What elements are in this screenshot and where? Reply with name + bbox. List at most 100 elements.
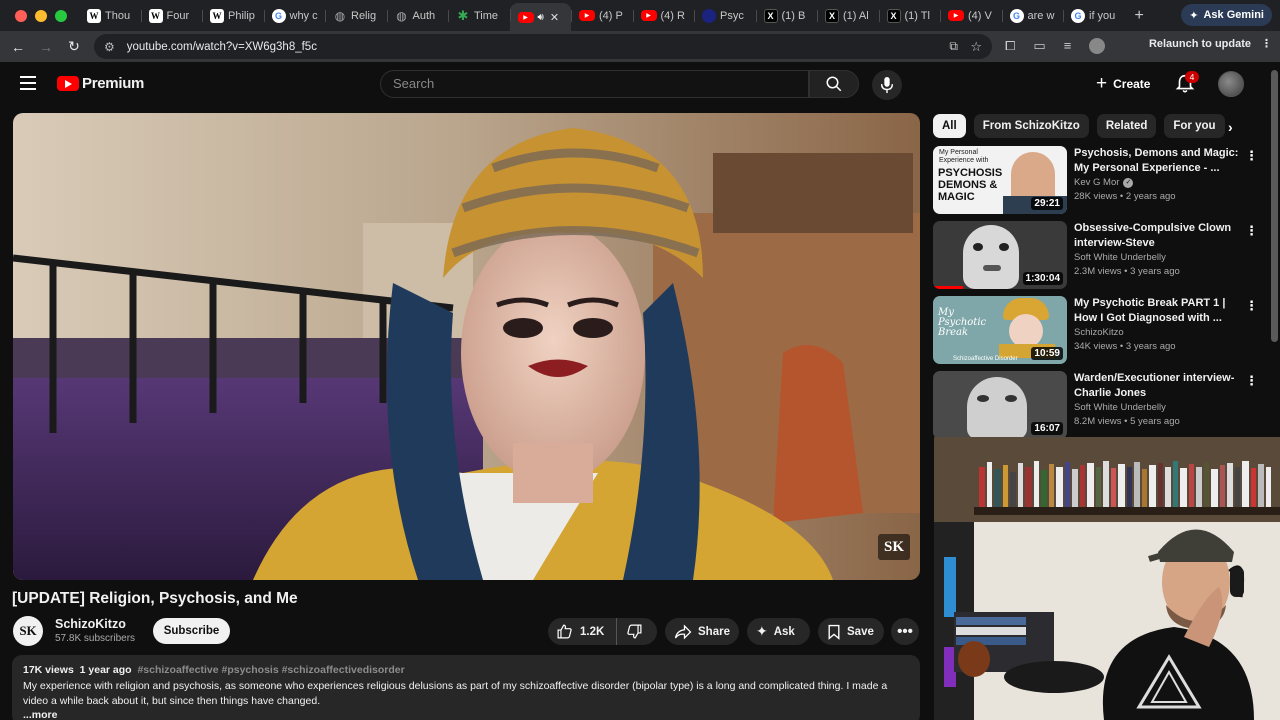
video-thumbnail[interactable]: My Personal Experience with PSYCHOSIS DE… — [933, 146, 1067, 214]
youtube-icon: ▶ — [948, 10, 964, 21]
subscribe-button[interactable]: Subscribe — [153, 618, 230, 644]
video-thumbnail[interactable]: 1:30:04 — [933, 221, 1067, 289]
maximize-window-button[interactable] — [55, 9, 67, 22]
browser-tab[interactable]: ◍ Relig — [325, 4, 387, 28]
ask-gemini-button[interactable]: ✦ Ask Gemini — [1181, 4, 1272, 26]
search-button[interactable] — [809, 70, 859, 98]
recommendation-channel[interactable]: Soft White Underbelly — [1074, 252, 1166, 263]
recommendation-item[interactable]: My Psychotic Break Schizoaffective Disor… — [933, 296, 1258, 364]
profile-icon[interactable] — [1089, 38, 1106, 54]
split-view-icon[interactable]: ▭ — [1033, 38, 1045, 54]
forward-arrow-icon[interactable]: → — [32, 39, 60, 55]
channel-avatar[interactable]: SK — [13, 616, 43, 646]
recommendation-item[interactable]: My Personal Experience with PSYCHOSIS DE… — [933, 146, 1258, 214]
more-vertical-icon[interactable]: ⋮ — [1245, 374, 1258, 387]
browser-tab-active[interactable]: ▶ 🔊︎ ✕ — [509, 3, 571, 31]
browser-tab[interactable]: X (1) B — [755, 4, 818, 28]
view-count: 17K views — [23, 664, 74, 676]
browser-tab[interactable]: X (1) Tl — [878, 4, 941, 28]
ask-button[interactable]: ✦ Ask — [747, 618, 810, 645]
browser-tab[interactable]: ✱ Time — [448, 4, 510, 28]
chip-from-channel[interactable]: From SchizoKitzo — [973, 114, 1089, 138]
minimize-window-button[interactable] — [35, 9, 47, 22]
youtube-icon: ▶ — [579, 10, 595, 21]
chip-all[interactable]: All — [933, 114, 966, 138]
video-frame — [13, 113, 920, 580]
close-window-button[interactable] — [15, 9, 27, 22]
chip-related[interactable]: Related — [1096, 114, 1157, 138]
description-box[interactable]: 17K views 1 year ago #schizoaffective #p… — [12, 655, 920, 720]
channel-watermark[interactable]: SK — [878, 534, 910, 560]
hashtags[interactable]: #schizoaffective #psychosis #schizoaffec… — [137, 664, 404, 676]
thumbnail-headline: My Psychotic Break — [938, 307, 987, 338]
voice-search-button[interactable] — [872, 70, 902, 100]
page-scrollbar[interactable] — [1269, 62, 1280, 440]
site-settings-icon[interactable]: ⚙︎ — [104, 40, 115, 54]
browser-tab[interactable]: Gare w — [1001, 4, 1064, 28]
address-bar[interactable]: ⚙︎ youtube.com/watch?v=XW6g3h8_f5c ⧉ ☆ — [94, 34, 992, 59]
browser-tab[interactable]: ▶ (4) V — [940, 4, 1002, 28]
chip-for-you[interactable]: For you — [1164, 114, 1225, 138]
globe-icon: ◍ — [334, 8, 346, 23]
save-button[interactable]: Save — [818, 618, 884, 645]
tab-label: Relig — [351, 9, 377, 22]
google-icon: G — [271, 8, 286, 23]
more-actions-button[interactable]: ••• — [891, 618, 919, 645]
recommendation-title[interactable]: Psychosis, Demons and Magic: My Personal… — [1074, 146, 1239, 176]
create-button[interactable]: + Create — [1086, 71, 1160, 97]
browser-tab[interactable]: X (1) Al — [817, 4, 879, 28]
browser-tab[interactable]: W Philip — [202, 4, 264, 28]
recommendation-title[interactable]: Obsessive-Compulsive Clown interview-Ste… — [1074, 221, 1239, 251]
youtube-premium-logo[interactable]: Premium — [57, 75, 144, 92]
menu-icon[interactable] — [20, 76, 36, 90]
video-player[interactable]: SK — [13, 113, 920, 580]
thumbnail-caption: My Personal Experience with — [939, 149, 989, 164]
close-tab-icon[interactable]: ✕ — [550, 11, 559, 24]
tab-label: (4) P — [599, 9, 623, 22]
recommendation-channel[interactable]: Kev G Mor ✓ — [1074, 177, 1134, 188]
video-thumbnail[interactable]: My Psychotic Break Schizoaffective Disor… — [933, 296, 1067, 364]
browser-tab[interactable]: W Thou — [79, 4, 141, 28]
video-thumbnail[interactable]: 16:07 — [933, 371, 1067, 439]
recommendation-item[interactable]: 1:30:04 Obsessive-Compulsive Clown inter… — [933, 221, 1258, 289]
recommendation-channel[interactable]: Soft White Underbelly — [1074, 402, 1166, 413]
install-app-icon[interactable]: ⧉ — [949, 39, 958, 54]
show-more-link[interactable]: ...more — [23, 709, 909, 720]
chevron-right-icon[interactable]: › — [1228, 119, 1233, 135]
recommendation-item[interactable]: 16:07 Warden/Executioner interview-Charl… — [933, 371, 1258, 439]
new-tab-icon[interactable]: + — [1135, 7, 1144, 25]
reload-icon[interactable]: ↻ — [60, 38, 88, 55]
more-vertical-icon[interactable]: ⋮ — [1245, 299, 1258, 312]
media-controls-icon[interactable]: ≡ — [1064, 38, 1072, 54]
more-vertical-icon[interactable]: ⋮ — [1245, 149, 1258, 162]
relaunch-to-update-button[interactable]: Relaunch to update ⋮ — [1149, 37, 1272, 51]
channel-name[interactable]: SchizoKitzo — [55, 617, 126, 631]
recommendation-channel[interactable]: SchizoKitzo — [1074, 327, 1124, 338]
bookmark-star-icon[interactable]: ☆ — [970, 39, 982, 55]
back-arrow-icon[interactable]: ← — [4, 39, 32, 55]
recommendation-title[interactable]: Warden/Executioner interview-Charlie Jon… — [1074, 371, 1239, 401]
browser-tab[interactable]: Psyc — [694, 4, 756, 28]
browser-tab[interactable]: ▶ (4) R — [632, 4, 695, 28]
recommendation-title[interactable]: My Psychotic Break PART 1 | How I Got Di… — [1074, 296, 1239, 326]
thumbnail-person — [963, 225, 1019, 289]
extensions-icon[interactable]: ⧠ — [1005, 38, 1015, 54]
tab-label: Philip — [228, 9, 255, 22]
like-button[interactable]: 1.2K — [548, 618, 618, 645]
browser-tab[interactable]: ▶ (4) P — [571, 4, 633, 28]
watch-progress-bar — [933, 286, 963, 289]
more-vertical-icon[interactable]: ⋮ — [1245, 224, 1258, 237]
browser-tab[interactable]: Gwhy c — [263, 4, 326, 28]
more-options-icon[interactable]: ⋮ — [1261, 37, 1272, 50]
browser-tab[interactable]: Gif you — [1063, 4, 1125, 28]
share-button[interactable]: Share — [665, 618, 739, 645]
scrollbar-thumb[interactable] — [1271, 70, 1278, 342]
search-input[interactable]: Search — [380, 70, 809, 98]
account-avatar[interactable] — [1218, 71, 1244, 97]
google-icon: G — [1009, 8, 1024, 23]
browser-tab[interactable]: ◍ Auth — [386, 4, 449, 28]
speaker-icon[interactable]: 🔊︎ — [538, 12, 544, 23]
dislike-button[interactable] — [617, 618, 643, 645]
ask-gemini-label: Ask Gemini — [1203, 9, 1264, 21]
browser-tab[interactable]: W Four — [140, 4, 203, 28]
